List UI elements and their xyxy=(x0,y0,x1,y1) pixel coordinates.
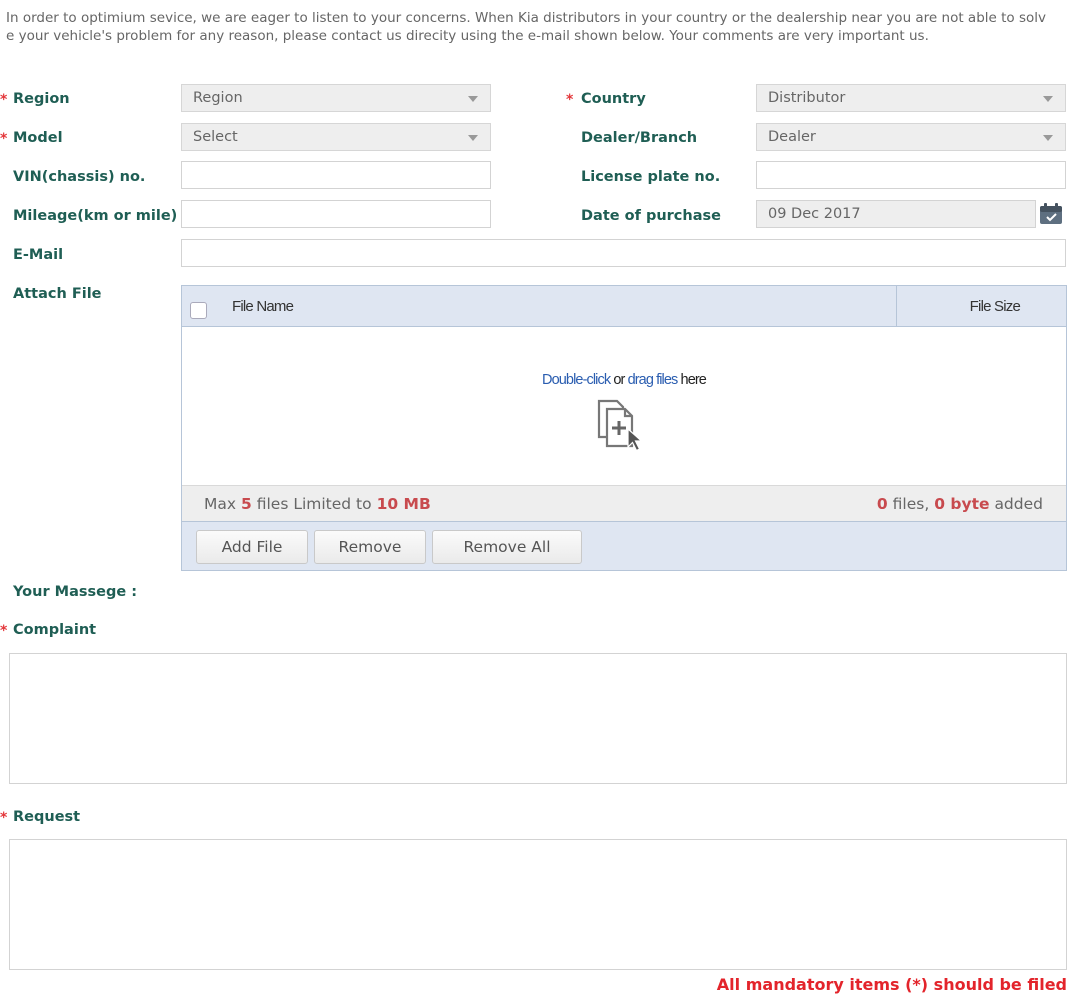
column-divider xyxy=(896,286,897,327)
max-files-count: 5 xyxy=(240,495,252,513)
purchase-date-input[interactable]: 09 Dec 2017 xyxy=(756,200,1036,228)
license-plate-input[interactable] xyxy=(756,161,1066,189)
request-label: Request xyxy=(13,809,81,825)
mileage-input[interactable] xyxy=(181,200,491,228)
required-mark: * xyxy=(0,623,8,639)
upload-limits-bar: Max 5 files Limited to 10 MB 0 files, 0 … xyxy=(182,485,1066,521)
country-select[interactable]: Distributor xyxy=(756,84,1066,112)
file-table-header: File Name File Size xyxy=(182,286,1066,327)
complaint-label: Complaint xyxy=(13,622,97,638)
dealer-label: Dealer/Branch xyxy=(581,130,698,146)
file-name-column-header: File Name xyxy=(232,298,294,315)
email-label: E-Mail xyxy=(13,247,64,263)
upload-status-text: 0 files, 0 byte added xyxy=(877,486,1043,522)
chevron-down-icon xyxy=(1043,135,1053,141)
model-select[interactable]: Select xyxy=(181,123,491,151)
double-click-link[interactable]: Double-click xyxy=(542,372,611,388)
chevron-down-icon xyxy=(468,96,478,102)
max-label: Max xyxy=(204,495,237,513)
calendar-icon[interactable] xyxy=(1039,203,1063,225)
dealer-select[interactable]: Dealer xyxy=(756,123,1066,151)
files-label: files, xyxy=(892,495,930,513)
dealer-select-value: Dealer xyxy=(768,129,816,145)
drop-here-text: here xyxy=(680,372,707,388)
country-label: Country xyxy=(581,91,646,107)
upload-limit-text: Max 5 files Limited to 10 MB xyxy=(204,486,431,522)
add-file-button[interactable]: Add File xyxy=(196,530,308,564)
drag-files-link[interactable]: drag files xyxy=(628,372,679,388)
region-label: Region xyxy=(13,91,70,107)
required-mark: * xyxy=(566,92,574,108)
files-added-count: 0 xyxy=(876,495,888,513)
required-mark: * xyxy=(0,131,8,147)
intro-text: In order to optimium sevice, we are eage… xyxy=(6,10,1047,44)
remove-button[interactable]: Remove xyxy=(314,530,426,564)
file-add-icon[interactable] xyxy=(595,397,655,459)
request-textarea[interactable] xyxy=(9,839,1067,970)
drop-or-text: or xyxy=(613,372,625,388)
purchase-date-label: Date of purchase xyxy=(581,208,721,224)
country-select-value: Distributor xyxy=(768,90,846,106)
region-select[interactable]: Region xyxy=(181,84,491,112)
required-mark: * xyxy=(0,92,8,108)
bytes-added-value: 0 byte xyxy=(934,495,990,513)
model-label: Model xyxy=(13,130,63,146)
select-all-checkbox[interactable] xyxy=(190,302,207,319)
message-heading: Your Massege : xyxy=(13,584,138,600)
file-size-column-header: File Size xyxy=(969,298,1021,315)
chevron-down-icon xyxy=(468,135,478,141)
mandatory-notice: All mandatory items (*) should be filed xyxy=(716,975,1067,994)
license-plate-label: License plate no. xyxy=(581,169,721,185)
upload-button-bar: Add File Remove Remove All xyxy=(182,521,1066,570)
chevron-down-icon xyxy=(1043,96,1053,102)
email-input[interactable] xyxy=(181,239,1066,267)
required-mark: * xyxy=(0,810,8,826)
remove-all-button[interactable]: Remove All xyxy=(432,530,582,564)
vin-input[interactable] xyxy=(181,161,491,189)
vin-label: VIN(chassis) no. xyxy=(13,169,146,185)
limit-label: files Limited to xyxy=(256,495,372,513)
added-label: added xyxy=(994,495,1043,513)
attach-file-label: Attach File xyxy=(13,286,102,302)
file-upload-box: File Name File Size Double-click or drag… xyxy=(181,285,1067,571)
max-size-value: 10 MB xyxy=(376,495,431,513)
mileage-label: Mileage(km or mile) xyxy=(13,208,178,224)
region-select-value: Region xyxy=(193,90,243,106)
drop-zone-text[interactable]: Double-click or drag files here xyxy=(182,372,1066,388)
model-select-value: Select xyxy=(193,129,238,145)
complaint-textarea[interactable] xyxy=(9,653,1067,784)
